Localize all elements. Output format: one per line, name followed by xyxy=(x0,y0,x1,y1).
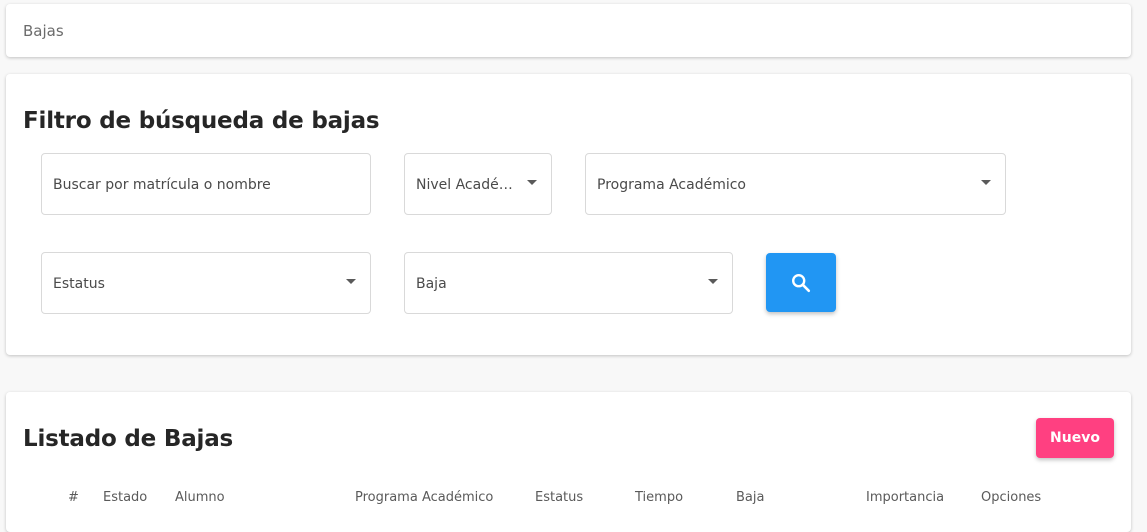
search-icon xyxy=(792,274,811,293)
list-title: Listado de Bajas xyxy=(23,426,234,452)
filter-panel: Filtro de búsqueda de bajas Buscar por m… xyxy=(6,74,1131,355)
new-button[interactable]: Nuevo xyxy=(1036,418,1114,458)
nivel-academico-select[interactable]: Nivel Académico xyxy=(404,153,552,215)
chevron-down-icon xyxy=(527,180,537,185)
column-header-estado[interactable]: Estado xyxy=(103,490,147,505)
breadcrumb: Bajas xyxy=(23,22,64,40)
search-button[interactable] xyxy=(766,253,836,312)
estatus-label: Estatus xyxy=(53,276,105,292)
programa-academico-label: Programa Académico xyxy=(597,177,746,193)
chevron-down-icon xyxy=(708,279,718,284)
column-header-opciones: Opciones xyxy=(981,490,1042,505)
column-header-alumno[interactable]: Alumno xyxy=(175,490,225,505)
filter-title: Filtro de búsqueda de bajas xyxy=(23,108,380,134)
breadcrumb-bar: Bajas xyxy=(6,4,1131,57)
search-input-placeholder: Buscar por matrícula o nombre xyxy=(53,177,271,193)
baja-select[interactable]: Baja xyxy=(404,252,733,314)
column-header-baja[interactable]: Baja xyxy=(736,490,764,505)
chevron-down-icon xyxy=(981,180,991,185)
column-header-importancia[interactable]: Importancia xyxy=(866,490,944,505)
column-header-estatus[interactable]: Estatus xyxy=(535,490,583,505)
estatus-select[interactable]: Estatus xyxy=(41,252,371,314)
search-input[interactable]: Buscar por matrícula o nombre xyxy=(41,153,371,215)
column-header-tiempo[interactable]: Tiempo xyxy=(635,490,683,505)
programa-academico-select[interactable]: Programa Académico xyxy=(585,153,1006,215)
nivel-academico-label: Nivel Académico xyxy=(416,177,524,193)
baja-label: Baja xyxy=(416,276,447,292)
chevron-down-icon xyxy=(346,279,356,284)
column-header-number[interactable]: # xyxy=(68,490,79,505)
column-header-programa[interactable]: Programa Académico xyxy=(355,490,493,505)
list-panel: Listado de Bajas Nuevo # Estado Alumno P… xyxy=(6,392,1131,532)
